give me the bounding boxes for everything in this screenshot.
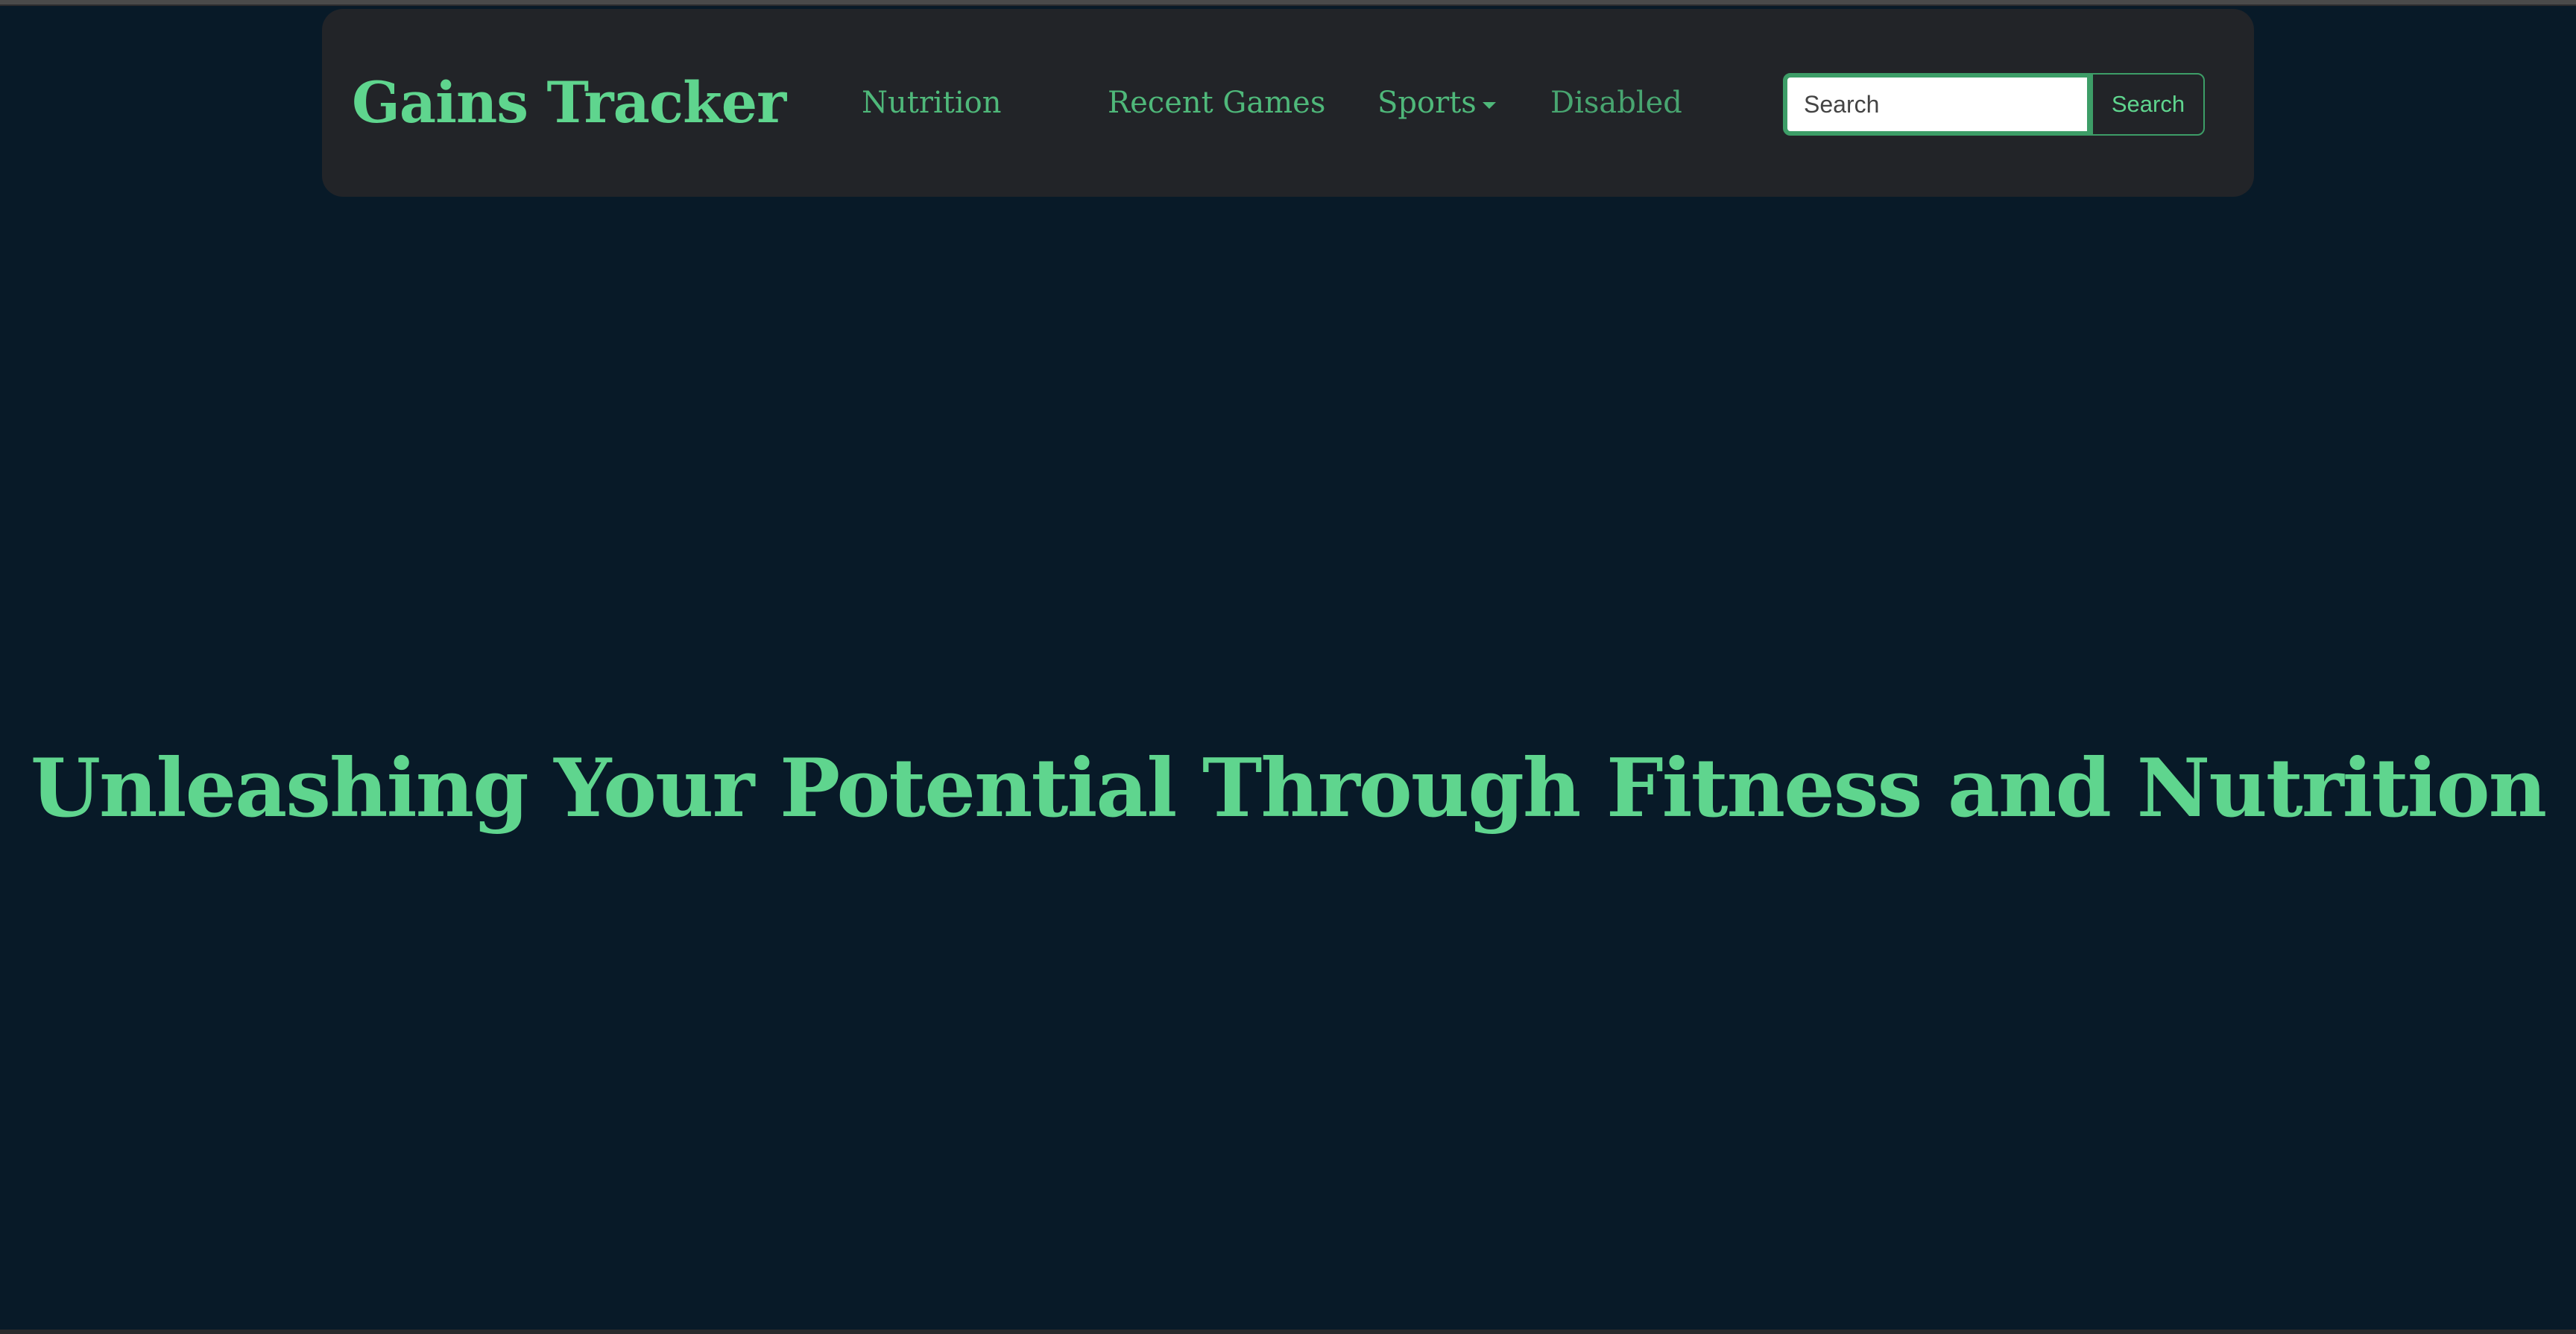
search-input[interactable] bbox=[1783, 73, 2092, 136]
nav-link-nutrition[interactable]: Nutrition bbox=[862, 83, 1001, 122]
page-background: Gains Tracker Nutrition Recent Games Spo… bbox=[0, 4, 2576, 1330]
chevron-down-icon bbox=[1482, 101, 1496, 109]
nav-dropdown-sports-label: Sports bbox=[1377, 86, 1477, 120]
nav-link-disabled: Disabled bbox=[1550, 86, 1682, 120]
hero-title: Unleashing Your Potential Through Fitnes… bbox=[30, 742, 2547, 836]
window-bottom-edge bbox=[0, 1330, 2576, 1334]
nav-link-recent-games[interactable]: Recent Games bbox=[1108, 83, 1325, 122]
search-button[interactable]: Search bbox=[2092, 73, 2205, 136]
navbar: Gains Tracker Nutrition Recent Games Spo… bbox=[322, 9, 2254, 197]
brand-logo[interactable]: Gains Tracker bbox=[352, 69, 786, 137]
nav-dropdown-sports[interactable]: Sports bbox=[1377, 83, 1496, 122]
